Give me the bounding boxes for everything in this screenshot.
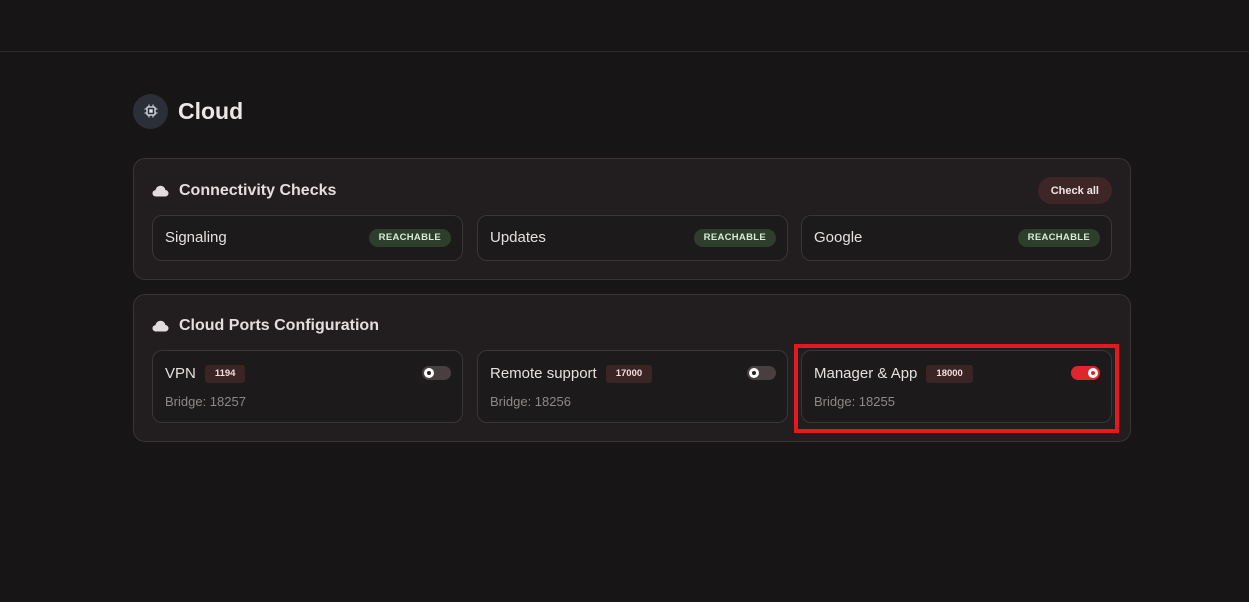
- bridge-port-text: Bridge: 18255: [814, 394, 895, 409]
- port-header: VPN 1194: [165, 364, 246, 383]
- toggle-knob: [749, 368, 759, 378]
- cloud-icon: [152, 185, 169, 197]
- chip-icon: [133, 93, 168, 129]
- port-card-remote-support: Remote support 17000 Bridge: 18256: [477, 350, 788, 423]
- check-all-button[interactable]: Check all: [1037, 177, 1112, 204]
- toggle-knob: [424, 368, 434, 378]
- toggle-knob: [1088, 368, 1098, 378]
- cloud-ports-title: Cloud Ports Configuration: [179, 317, 379, 334]
- port-name: VPN: [165, 365, 196, 382]
- port-header: Remote support 17000: [490, 364, 653, 383]
- port-number-badge: 17000: [605, 364, 653, 383]
- port-number-badge: 1194: [204, 364, 246, 383]
- connectivity-checks-title: Connectivity Checks: [179, 182, 337, 199]
- status-badge: REACHABLE: [1017, 229, 1100, 247]
- connectivity-checks-header: Connectivity Checks: [152, 159, 336, 223]
- check-card-signaling: Signaling REACHABLE: [152, 215, 463, 261]
- port-header: Manager & App 18000: [814, 364, 973, 383]
- manager-app-toggle[interactable]: [1071, 366, 1100, 380]
- bridge-port-text: Bridge: 18257: [165, 394, 246, 409]
- page-title: Cloud: [178, 97, 244, 124]
- port-number-badge: 18000: [926, 364, 973, 383]
- port-card-manager-app: Manager & App 18000 Bridge: 18255: [801, 350, 1112, 423]
- page-header: Cloud: [133, 93, 243, 129]
- port-card-vpn: VPN 1194 Bridge: 18257: [152, 350, 463, 423]
- status-badge: REACHABLE: [693, 229, 776, 247]
- check-card-updates: Updates REACHABLE: [477, 215, 788, 261]
- port-name: Remote support: [490, 365, 597, 382]
- top-bar: [0, 0, 1249, 52]
- port-name: Manager & App: [814, 365, 918, 382]
- check-label: Signaling: [165, 229, 227, 246]
- connectivity-checks-panel: Connectivity Checks Check all Signaling …: [133, 158, 1131, 280]
- remote-support-toggle[interactable]: [747, 366, 776, 380]
- cloud-icon: [152, 320, 169, 332]
- check-label: Updates: [490, 229, 546, 246]
- check-label: Google: [814, 229, 863, 246]
- vpn-toggle[interactable]: [422, 366, 451, 380]
- cloud-ports-header: Cloud Ports Configuration: [152, 295, 379, 357]
- bridge-port-text: Bridge: 18256: [490, 394, 571, 409]
- status-badge: REACHABLE: [368, 229, 451, 247]
- check-card-google: Google REACHABLE: [801, 215, 1112, 261]
- cloud-ports-panel: Cloud Ports Configuration VPN 1194 Bridg…: [133, 294, 1131, 442]
